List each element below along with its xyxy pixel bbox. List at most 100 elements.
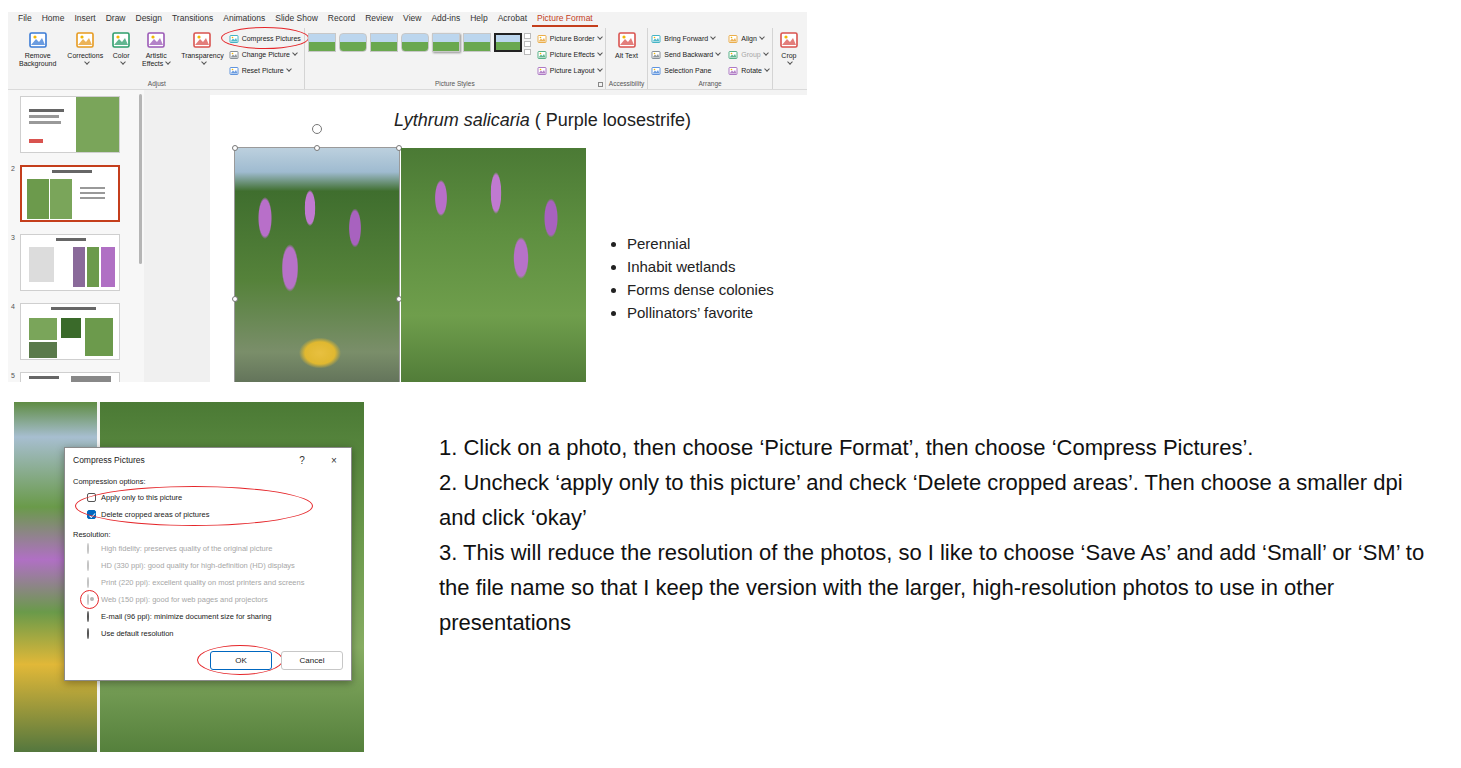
alt-text-button[interactable]: Alt Text: [612, 28, 641, 62]
bullet-item: Pollinators’ favorite: [627, 301, 774, 324]
radio-button[interactable]: [87, 594, 89, 605]
resize-handle[interactable]: [232, 296, 238, 302]
ribbon-small-button[interactable]: Send Backward: [651, 47, 720, 62]
ribbon-small-button[interactable]: Selection Pane: [651, 63, 720, 78]
ribbon-button[interactable]: Artistic Effects: [136, 28, 176, 70]
resize-handle[interactable]: [314, 145, 320, 151]
radio-button[interactable]: [87, 560, 89, 571]
group-label: Accessibility: [609, 79, 644, 89]
ribbon-tab[interactable]: Slide Show: [270, 12, 323, 27]
ribbon-small-button[interactable]: Compress Pictures: [229, 31, 301, 46]
arrange-column: Align Group Rotate: [728, 28, 769, 78]
ribbon-tab[interactable]: Help: [465, 12, 492, 27]
style-option[interactable]: [432, 33, 460, 52]
rotate-handle-icon[interactable]: [312, 124, 322, 134]
style-option[interactable]: [494, 33, 522, 52]
checkbox[interactable]: [87, 510, 96, 519]
radio-button[interactable]: [87, 611, 89, 622]
ribbon-tab[interactable]: Record: [323, 12, 360, 27]
scrollbar-thumb[interactable]: [139, 94, 142, 264]
slide-thumbnail[interactable]: [20, 372, 120, 382]
radio-option[interactable]: Use default resolution: [73, 625, 343, 642]
button-label: Color: [111, 52, 131, 68]
checkbox[interactable]: [87, 493, 96, 502]
ribbon-small-button[interactable]: Picture Effects: [537, 47, 602, 62]
ribbon-tab[interactable]: Review: [360, 12, 398, 27]
picture-styles-group: Picture BorderPicture EffectsPicture Lay…: [305, 28, 606, 89]
style-option[interactable]: [308, 33, 336, 52]
style-option[interactable]: [370, 33, 398, 52]
checkbox-option[interactable]: Apply only to this picture: [73, 489, 343, 506]
radio-option[interactable]: Web (150 ppi): good for web pages and pr…: [73, 591, 343, 608]
ribbon-small-button[interactable]: Align: [728, 31, 769, 46]
ribbon-tab[interactable]: Transitions: [167, 12, 218, 27]
help-button[interactable]: ?: [293, 455, 311, 466]
ribbon-small-button[interactable]: Rotate: [728, 63, 769, 78]
dialog-button[interactable]: Cancel: [281, 651, 343, 670]
ribbon-tab[interactable]: Add-ins: [426, 12, 465, 27]
dialog-body: Compression options:Apply only to this p…: [65, 476, 351, 670]
radio-label: Use default resolution: [101, 629, 174, 638]
slide-photo[interactable]: [401, 148, 586, 382]
ribbon-tab[interactable]: Insert: [69, 12, 100, 27]
thumbnail-shape: [29, 109, 64, 112]
slide-thumbnail[interactable]: [20, 165, 120, 222]
radio-button[interactable]: [87, 543, 89, 554]
bullet-list: PerennialInhabit wetlandsForms dense col…: [612, 232, 774, 382]
button-label: Change Picture: [242, 50, 297, 59]
radio-option[interactable]: High fidelity: preserves quality of the …: [73, 540, 343, 557]
ribbon-tab[interactable]: Acrobat: [493, 12, 532, 27]
thumbnail-shape: [29, 318, 57, 340]
ribbon-button[interactable]: Remove Background: [13, 28, 62, 70]
slide-thumbnail[interactable]: [20, 234, 120, 291]
ribbon-button[interactable]: Color: [108, 28, 134, 70]
resize-handle[interactable]: [232, 145, 238, 151]
style-option[interactable]: [339, 33, 367, 52]
thumbnail-shape: [29, 121, 61, 124]
scroll-down-icon[interactable]: [524, 41, 531, 47]
radio-option[interactable]: HD (330 ppi): good quality for high-defi…: [73, 557, 343, 574]
ribbon-tab[interactable]: View: [398, 12, 426, 27]
adjust-small-buttons: Compress Pictures Change Picture Reset Pic…: [229, 28, 301, 78]
ribbon-button[interactable]: Transparency: [178, 28, 227, 70]
thumbnail-scrollbar[interactable]: [136, 90, 144, 382]
more-styles-icon[interactable]: [524, 49, 531, 55]
style-option[interactable]: [463, 33, 491, 52]
close-button[interactable]: ×: [325, 455, 343, 466]
accessibility-group: Alt Text Accessibility: [606, 28, 648, 89]
crop-group: Crop: [773, 28, 805, 89]
radio-button[interactable]: [87, 628, 89, 639]
ribbon-small-button[interactable]: Group: [728, 47, 769, 62]
checkbox-option[interactable]: Delete cropped areas of pictures: [73, 506, 343, 523]
ribbon-tab[interactable]: File: [13, 12, 37, 27]
ribbon-tab[interactable]: Home: [37, 12, 70, 27]
ribbon-tab[interactable]: Animations: [218, 12, 270, 27]
slide-content: PerennialInhabit wetlandsForms dense col…: [210, 148, 807, 382]
button-label: Compress Pictures: [242, 34, 301, 43]
dialog-button[interactable]: OK: [210, 651, 272, 670]
button-label: Group: [741, 50, 767, 59]
scroll-up-icon[interactable]: [524, 33, 531, 39]
style-option[interactable]: [401, 33, 429, 52]
radio-option[interactable]: Print (220 ppi): excellent quality on mo…: [73, 574, 343, 591]
ribbon-small-button[interactable]: Change Picture: [229, 47, 301, 62]
ribbon-tab[interactable]: Design: [131, 12, 167, 27]
ribbon-small-button[interactable]: Reset Picture: [229, 63, 301, 78]
crop-button[interactable]: Crop: [776, 28, 802, 70]
radio-option[interactable]: E-mail (96 ppi): minimize document size …: [73, 608, 343, 625]
thumbnail-shape: [80, 187, 105, 189]
slide-thumbnail[interactable]: [20, 96, 120, 153]
ribbon-tab[interactable]: Picture Format: [532, 12, 598, 27]
ribbon-small-button[interactable]: Bring Forward: [651, 31, 720, 46]
radio-wrap: [87, 629, 96, 638]
slide-thumbnail[interactable]: [20, 303, 120, 360]
ribbon-small-button[interactable]: Picture Border: [537, 31, 602, 46]
ribbon-tab[interactable]: Draw: [101, 12, 131, 27]
ribbon-small-button[interactable]: Picture Layout: [537, 63, 602, 78]
slide-photo[interactable]: [235, 148, 399, 382]
tool-icon: [537, 66, 547, 76]
dialog-launcher-icon[interactable]: [598, 82, 603, 87]
group-label: Arrange: [651, 79, 769, 89]
ribbon-button[interactable]: Corrections: [64, 28, 106, 70]
radio-button[interactable]: [87, 577, 89, 588]
